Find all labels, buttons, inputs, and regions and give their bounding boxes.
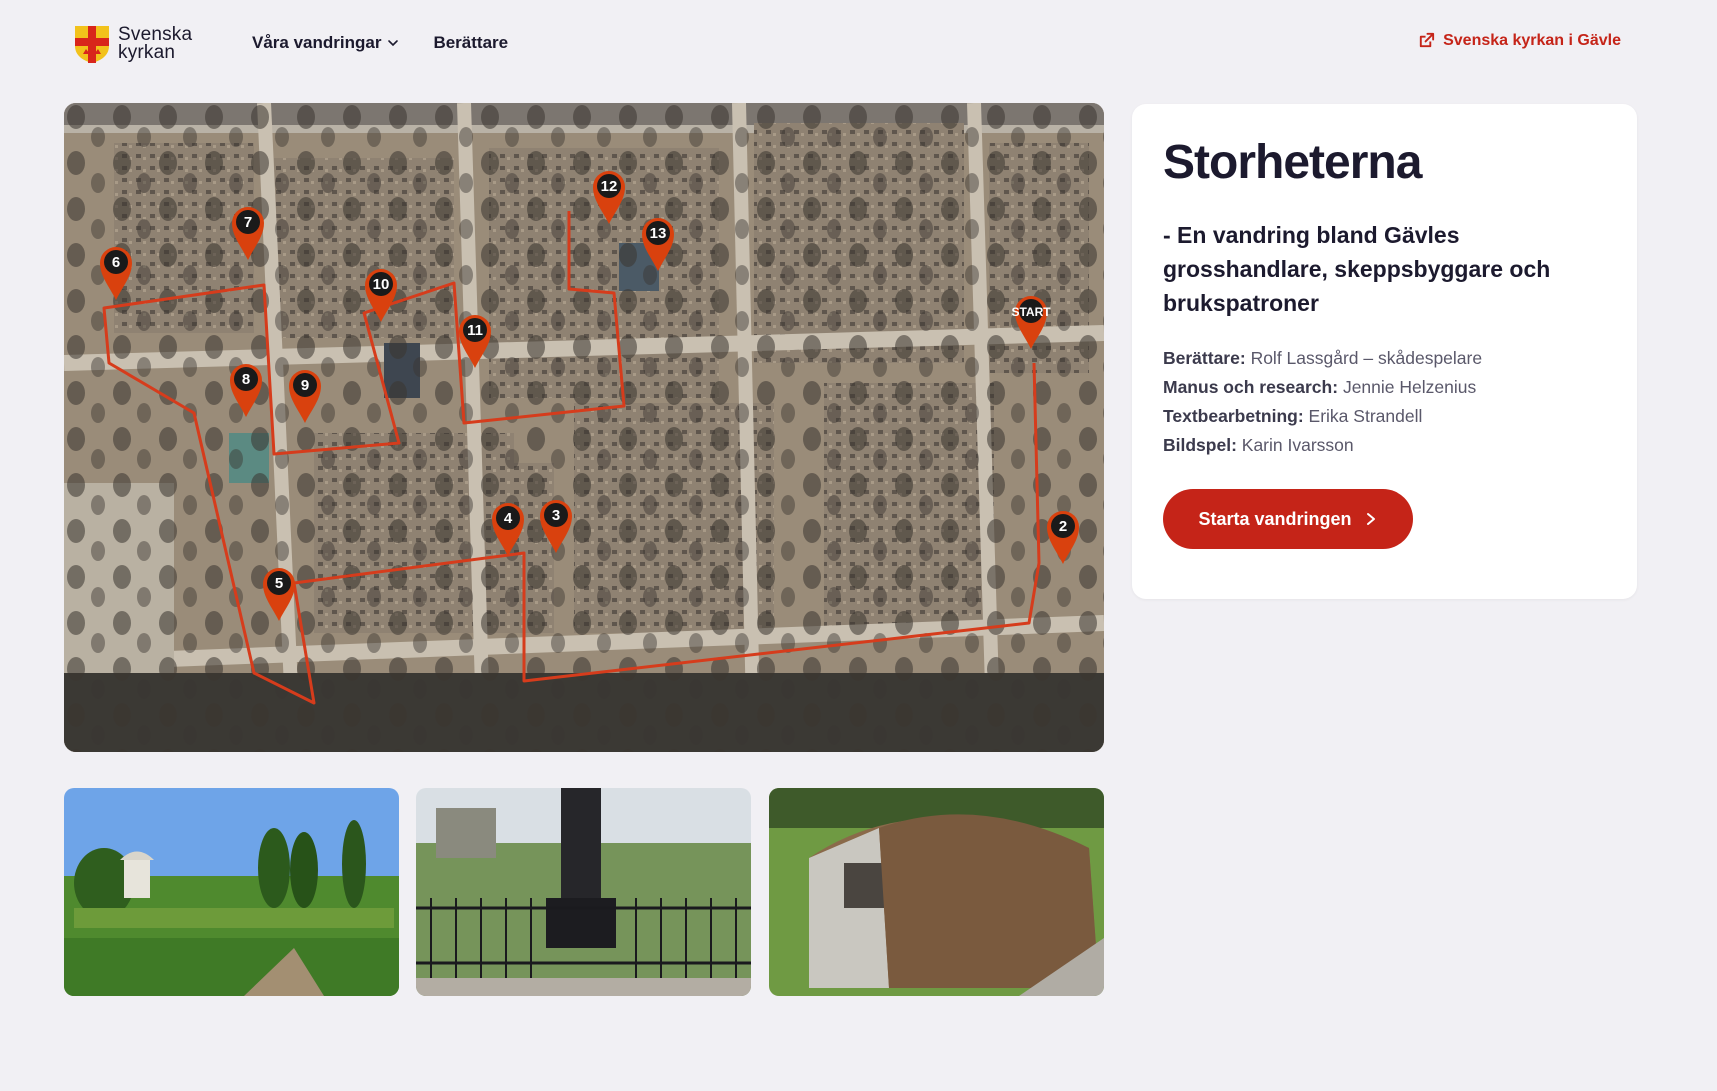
map-pin-12[interactable]: 12 (590, 166, 628, 226)
map-pin-label: 5 (274, 574, 284, 592)
credit-row-narrator: Berättare: Rolf Lassgård – skådespelare (1163, 344, 1606, 373)
map-pin-2[interactable]: 2 (1044, 506, 1082, 566)
walk-title: Storheterna (1163, 136, 1422, 189)
map-pin-8[interactable]: 8 (227, 359, 265, 419)
credit-label: Manus och research: (1163, 377, 1339, 397)
map-pin-13[interactable]: 13 (639, 213, 677, 273)
map-pin-label: 4 (503, 509, 513, 527)
credit-row-slideshow: Bildspel: Karin Ivarsson (1163, 431, 1606, 460)
map-pin-5[interactable]: 5 (260, 563, 298, 623)
credit-label: Bildspel: (1163, 435, 1237, 455)
credit-row-editing: Textbearbetning: Erika Strandell (1163, 402, 1606, 431)
nav-vara-vandringar-label: Våra vandringar (252, 33, 382, 52)
thumbnail-vault-tomb[interactable] (769, 788, 1104, 996)
map-pin-label: 12 (600, 177, 618, 195)
credit-value: Erika Strandell (1308, 406, 1423, 426)
church-crest-icon (75, 26, 109, 63)
main-nav: Våra vandringar Berättare (252, 30, 508, 56)
thumbnail-iron-fence-grave[interactable] (416, 788, 751, 996)
nav-berattare[interactable]: Berättare (433, 30, 508, 56)
svenska-kyrkan-gavle-link[interactable]: Svenska kyrkan i Gävle (1417, 31, 1621, 50)
chevron-right-icon (1366, 513, 1375, 525)
credit-label: Textbearbetning: (1163, 406, 1304, 426)
map-pin-11[interactable]: 11 (456, 310, 494, 370)
map-pin-9[interactable]: 9 (286, 365, 324, 425)
walk-info-card: Storheterna - En vandring bland Gävles g… (1132, 104, 1637, 599)
map-pin-6[interactable]: 6 (97, 242, 135, 302)
credit-label: Berättare: (1163, 348, 1246, 368)
site-header: Svenska kyrkan Våra vandringar Berättare… (0, 0, 1717, 88)
walk-subtitle: - En vandring bland Gävles grosshandlare… (1163, 222, 1551, 316)
walk-route-map[interactable]: START 2 3 4 5 6 7 8 9 10 11 12 13 (64, 103, 1104, 752)
walk-credits: Berättare: Rolf Lassgård – skådespelare … (1163, 344, 1606, 460)
chevron-down-icon (388, 40, 399, 47)
svenska-kyrkan-logo[interactable]: Svenska kyrkan (73, 22, 203, 66)
map-pin-label: 8 (241, 370, 251, 388)
map-pin-label: 10 (372, 275, 390, 293)
map-pin-start[interactable]: START (1011, 291, 1051, 351)
credit-row-script: Manus och research: Jennie Helzenius (1163, 373, 1606, 402)
map-pin-4[interactable]: 4 (489, 498, 527, 558)
logo-line-2: kyrkan (118, 42, 176, 63)
map-pin-label: 13 (649, 224, 667, 242)
map-pin-3[interactable]: 3 (537, 495, 575, 555)
external-link-icon (1419, 32, 1435, 48)
credit-value: Karin Ivarsson (1241, 435, 1354, 455)
map-pin-label: 6 (111, 253, 121, 271)
map-pin-label: 9 (300, 376, 310, 394)
thumbnail-garden[interactable] (64, 788, 399, 996)
map-pin-label: 7 (243, 213, 253, 231)
map-pin-7[interactable]: 7 (229, 202, 267, 262)
nav-vara-vandringar[interactable]: Våra vandringar (252, 30, 399, 56)
map-pin-label: 2 (1058, 517, 1068, 535)
map-pin-label: 11 (467, 321, 483, 339)
external-link-label: Svenska kyrkan i Gävle (1443, 31, 1621, 49)
credit-value: Rolf Lassgård – skådespelare (1250, 348, 1483, 368)
nav-berattare-label: Berättare (433, 33, 509, 52)
start-walk-label: Starta vandringen (1198, 508, 1352, 529)
garden-photo (64, 788, 399, 996)
start-walk-button[interactable]: Starta vandringen (1163, 489, 1413, 549)
vault-tomb-photo (769, 788, 1104, 996)
aerial-map-image (64, 103, 1104, 752)
map-pin-label: 3 (551, 506, 561, 524)
map-pin-label: START (1011, 305, 1051, 319)
credit-value: Jennie Helzenius (1342, 377, 1477, 397)
map-pin-10[interactable]: 10 (362, 264, 400, 324)
iron-fence-grave-photo (416, 788, 751, 996)
